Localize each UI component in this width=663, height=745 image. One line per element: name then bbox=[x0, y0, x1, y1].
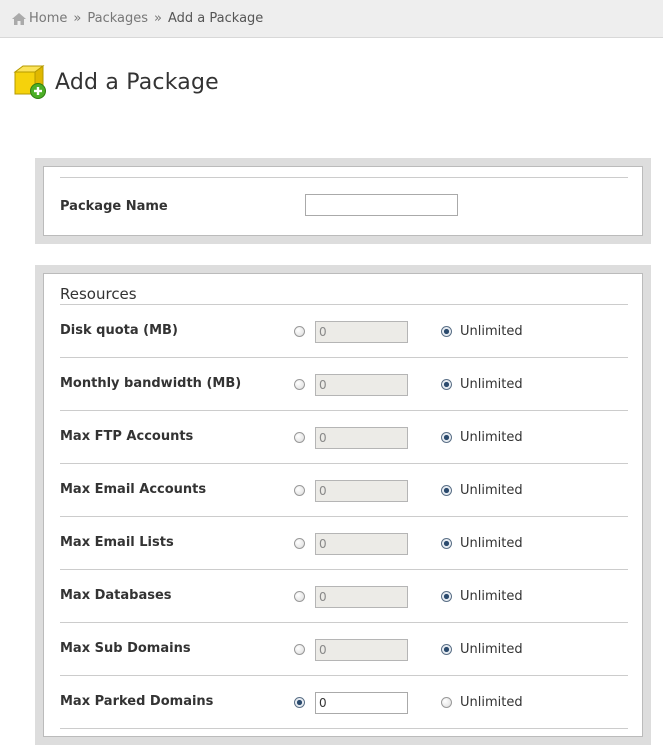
unlimited-radio[interactable] bbox=[441, 379, 452, 390]
page-title: Add a Package bbox=[55, 69, 219, 95]
breadcrumb-current: Add a Package bbox=[168, 11, 264, 26]
resources-panel-inner: Resources Disk quota (MB)UnlimitedMonthl… bbox=[43, 273, 643, 737]
unlimited-label[interactable]: Unlimited bbox=[460, 642, 523, 657]
unlimited-label[interactable]: Unlimited bbox=[460, 589, 523, 604]
resource-row: Monthly bandwidth (MB) Unlimited bbox=[44, 358, 642, 411]
unlimited-label[interactable]: Unlimited bbox=[460, 377, 523, 392]
breadcrumb-separator: » bbox=[154, 11, 162, 26]
resource-row: Max Parked Domains Unlimited bbox=[44, 676, 642, 729]
breadcrumb-separator: » bbox=[73, 11, 82, 26]
resource-value-input[interactable] bbox=[315, 692, 408, 714]
package-add-icon bbox=[13, 65, 46, 99]
resource-row: Max Email Lists Unlimited bbox=[44, 517, 642, 570]
limit-value-radio[interactable] bbox=[294, 379, 305, 390]
resource-label: Disk quota (MB) bbox=[60, 323, 178, 338]
unlimited-radio[interactable] bbox=[441, 644, 452, 655]
resource-value-input[interactable] bbox=[315, 639, 408, 661]
resource-row: Max FTP Accounts Unlimited bbox=[44, 411, 642, 464]
unlimited-label[interactable]: Unlimited bbox=[460, 536, 523, 551]
divider bbox=[60, 728, 628, 729]
resource-value-input[interactable] bbox=[315, 427, 408, 449]
limit-value-radio[interactable] bbox=[294, 432, 305, 443]
package-name-panel-inner: Package Name bbox=[43, 166, 643, 236]
package-name-label: Package Name bbox=[60, 199, 168, 214]
resource-label: Max Databases bbox=[60, 588, 172, 603]
package-name-input[interactable] bbox=[305, 194, 458, 216]
resource-label: Max Sub Domains bbox=[60, 641, 191, 656]
unlimited-radio[interactable] bbox=[441, 591, 452, 602]
resource-row: Max Email Accounts Unlimited bbox=[44, 464, 642, 517]
unlimited-label[interactable]: Unlimited bbox=[460, 695, 523, 710]
limit-value-radio[interactable] bbox=[294, 485, 305, 496]
resources-panel: Resources Disk quota (MB)UnlimitedMonthl… bbox=[35, 265, 651, 745]
resource-row: Max Databases Unlimited bbox=[44, 570, 642, 623]
page-header: Add a Package bbox=[13, 64, 219, 100]
breadcrumb: Home » Packages » Add a Package bbox=[0, 0, 663, 38]
resource-label: Max Email Lists bbox=[60, 535, 174, 550]
unlimited-radio[interactable] bbox=[441, 432, 452, 443]
package-name-panel: Package Name bbox=[35, 158, 651, 244]
unlimited-radio[interactable] bbox=[441, 697, 452, 708]
limit-value-radio[interactable] bbox=[294, 644, 305, 655]
unlimited-label[interactable]: Unlimited bbox=[460, 324, 523, 339]
home-icon bbox=[12, 12, 26, 25]
limit-value-radio[interactable] bbox=[294, 697, 305, 708]
limit-value-radio[interactable] bbox=[294, 538, 305, 549]
unlimited-label[interactable]: Unlimited bbox=[460, 430, 523, 445]
unlimited-radio[interactable] bbox=[441, 538, 452, 549]
resource-label: Max Email Accounts bbox=[60, 482, 207, 497]
resource-row: Max Sub Domains Unlimited bbox=[44, 623, 642, 676]
divider bbox=[60, 177, 628, 178]
resource-row: Disk quota (MB) Unlimited bbox=[44, 305, 642, 358]
limit-value-radio[interactable] bbox=[294, 591, 305, 602]
breadcrumb-packages-link[interactable]: Packages bbox=[87, 11, 148, 26]
resource-value-input[interactable] bbox=[315, 374, 408, 396]
resource-value-input[interactable] bbox=[315, 586, 408, 608]
resource-label: Max FTP Accounts bbox=[60, 429, 194, 444]
unlimited-radio[interactable] bbox=[441, 485, 452, 496]
unlimited-radio[interactable] bbox=[441, 326, 452, 337]
breadcrumb-home-link[interactable]: Home bbox=[29, 11, 67, 26]
resource-value-input[interactable] bbox=[315, 480, 408, 502]
resource-value-input[interactable] bbox=[315, 321, 408, 343]
resource-label: Monthly bandwidth (MB) bbox=[60, 376, 242, 391]
resource-label: Max Parked Domains bbox=[60, 694, 214, 709]
unlimited-label[interactable]: Unlimited bbox=[460, 483, 523, 498]
limit-value-radio[interactable] bbox=[294, 326, 305, 337]
resource-value-input[interactable] bbox=[315, 533, 408, 555]
resources-title: Resources bbox=[60, 285, 137, 303]
